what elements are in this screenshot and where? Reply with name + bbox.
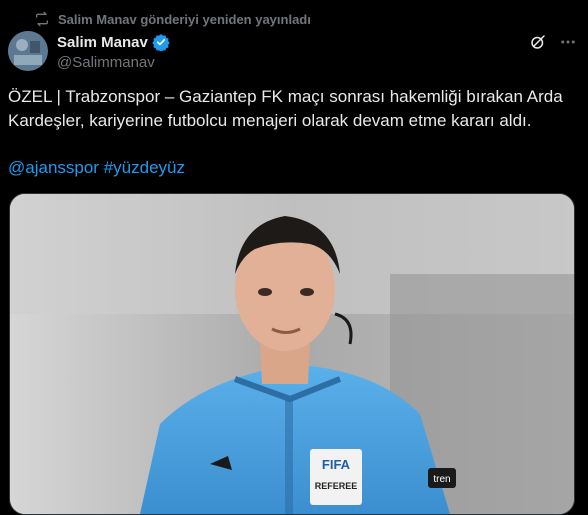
grok-icon[interactable] (528, 32, 548, 52)
hashtag-link[interactable]: #yüzdeyüz (104, 158, 185, 177)
post-image[interactable]: FIFA REFEREE tren (9, 193, 575, 515)
author-name[interactable]: Salim Manav (57, 34, 148, 51)
post-text: ÖZEL | Trabzonspor – Gaziantep FK maçı s… (8, 87, 563, 130)
mention-link[interactable]: @ajansspor (8, 158, 99, 177)
post-header: Salim Manav @Salimmanav (57, 32, 548, 71)
repost-text: Salim Manav gönderiyi yeniden yayınladı (58, 11, 311, 27)
verified-badge-icon (152, 33, 170, 51)
more-options-icon[interactable] (558, 32, 578, 52)
badge-top-text: FIFA (322, 457, 351, 472)
post-tags: @ajansspor #yüzdeyüz (8, 156, 185, 180)
sleeve-patch-text: tren (433, 474, 450, 485)
badge-bottom-text: REFEREE (315, 481, 358, 491)
author-avatar[interactable] (8, 31, 48, 71)
repost-icon (34, 11, 50, 27)
author-handle[interactable]: @Salimmanav (57, 54, 548, 71)
repost-indicator[interactable]: Salim Manav gönderiyi yeniden yayınladı (34, 10, 311, 28)
